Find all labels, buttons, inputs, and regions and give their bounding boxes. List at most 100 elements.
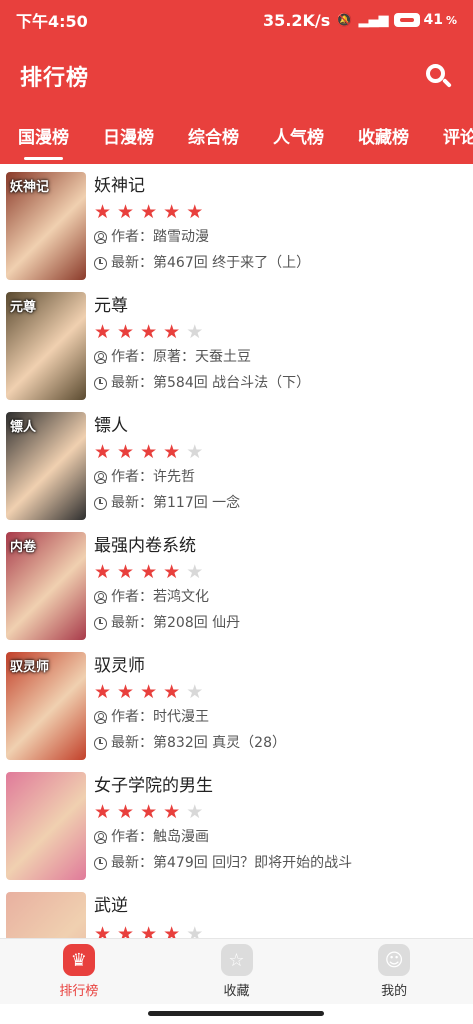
- battery-icon: [394, 13, 421, 27]
- comic-info: 驭灵师 ★ ★ ★ ★ ★ 作者： 时代漫王 最新： 第832回 真灵（28）: [94, 652, 467, 756]
- tab-1[interactable]: 日漫榜: [103, 112, 154, 164]
- author-prefix: 作者：: [111, 469, 153, 485]
- star-icon: ★: [117, 200, 135, 223]
- person-icon: [94, 350, 107, 364]
- person-icon: [94, 710, 107, 724]
- comic-info: 女子学院的男生 ★ ★ ★ ★ ★ 作者： 触岛漫画 最新： 第479回 回归？即将开始的战斗: [94, 772, 467, 876]
- latest-prefix: 最新：: [111, 375, 153, 391]
- comic-latest: 最新： 第479回 回归？即将开始的战斗: [94, 850, 467, 876]
- star-icon: ★: [186, 922, 204, 938]
- person-icon: [94, 230, 107, 244]
- battery-percent: 41: [423, 12, 443, 28]
- tab-5[interactable]: 评论榜: [443, 112, 473, 164]
- star-icon: ★: [163, 680, 181, 703]
- star-icon: ★: [140, 200, 158, 223]
- comic-cover[interactable]: 元尊: [6, 292, 86, 400]
- latest-prefix: 最新：: [111, 255, 153, 271]
- rating-stars: ★ ★ ★ ★ ★: [94, 200, 467, 224]
- home-indicator[interactable]: [148, 1011, 324, 1016]
- network-speed: 35.2K/s: [263, 10, 331, 30]
- author-prefix: 作者：: [111, 829, 153, 845]
- comic-title[interactable]: 镖人: [94, 414, 467, 438]
- status-right: 35.2K/s 🔕 ▂▄▆ 41%: [263, 11, 457, 30]
- author-prefix: 作者：: [111, 349, 153, 365]
- star-icon: ★: [140, 680, 158, 703]
- star-icon: ★: [186, 680, 204, 703]
- list-item[interactable]: 妖神记 妖神记 ★ ★ ★ ★ ★ 作者： 踏雪动漫 最新： 第467回 终于来了（上）: [0, 164, 473, 284]
- comic-cover[interactable]: 内卷: [6, 532, 86, 640]
- cover-title: 内卷: [10, 540, 37, 555]
- list-item[interactable]: 武逆 ★ ★ ★ ★ ★: [0, 884, 473, 938]
- comic-info: 武逆 ★ ★ ★ ★ ★: [94, 892, 467, 938]
- search-icon-handle: [442, 78, 452, 88]
- clock-icon: [94, 736, 107, 750]
- clock-icon: [94, 856, 107, 870]
- comic-author: 作者： 原著：天蚕土豆: [94, 344, 467, 370]
- cover-title: 妖神记: [10, 180, 50, 195]
- comic-latest: 最新： 第208回 仙丹: [94, 610, 467, 636]
- comic-author: 作者： 时代漫王: [94, 704, 467, 730]
- comic-cover[interactable]: 镖人: [6, 412, 86, 520]
- list-item[interactable]: 元尊 元尊 ★ ★ ★ ★ ★ 作者： 原著：天蚕土豆 最新： 第584回 战台斗法（下）: [0, 284, 473, 404]
- tab-0[interactable]: 国漫榜: [18, 112, 69, 164]
- latest-prefix: 最新：: [111, 615, 153, 631]
- comic-list[interactable]: 妖神记 妖神记 ★ ★ ★ ★ ★ 作者： 踏雪动漫 最新： 第467回 终于来了（上） 元尊 元尊 ★ ★…: [0, 164, 473, 938]
- search-icon[interactable]: [423, 61, 453, 91]
- rating-stars: ★ ★ ★ ★ ★: [94, 680, 467, 704]
- list-item[interactable]: 镖人 镖人 ★ ★ ★ ★ ★ 作者： 许先哲 最新： 第117回 一念: [0, 404, 473, 524]
- bottom-nav: ♛ 排行榜 ☆ 收藏 ☺ 我的: [0, 938, 473, 1004]
- author-prefix: 作者：: [111, 229, 153, 245]
- nav-label: 收藏: [223, 984, 250, 999]
- star-icon: ★: [94, 922, 112, 938]
- nav-label: 排行榜: [59, 984, 99, 999]
- comic-cover[interactable]: [6, 772, 86, 880]
- star-icon: ★: [94, 560, 112, 583]
- latest-prefix: 最新：: [111, 735, 153, 751]
- star-icon: ★: [117, 320, 135, 343]
- tab-2[interactable]: 综合榜: [188, 112, 239, 164]
- clock-icon: [94, 496, 107, 510]
- list-item[interactable]: 内卷 最强内卷系统 ★ ★ ★ ★ ★ 作者： 若鸿文化 最新： 第208回 仙丹: [0, 524, 473, 644]
- comic-latest: 最新： 第467回 终于来了（上）: [94, 250, 467, 276]
- comic-cover[interactable]: 妖神记: [6, 172, 86, 280]
- author-value: 许先哲: [153, 469, 195, 485]
- comic-title[interactable]: 武逆: [94, 894, 467, 918]
- comic-title[interactable]: 元尊: [94, 294, 467, 318]
- nav-item-0[interactable]: ♛ 排行榜: [0, 939, 158, 1004]
- comic-author: 作者： 若鸿文化: [94, 584, 467, 610]
- comic-info: 最强内卷系统 ★ ★ ★ ★ ★ 作者： 若鸿文化 最新： 第208回 仙丹: [94, 532, 467, 636]
- status-bar: 下午4:50 35.2K/s 🔕 ▂▄▆ 41%: [0, 0, 473, 40]
- star-icon: ★: [140, 800, 158, 823]
- star-icon: ★: [94, 680, 112, 703]
- comic-info: 镖人 ★ ★ ★ ★ ★ 作者： 许先哲 最新： 第117回 一念: [94, 412, 467, 516]
- author-value: 若鸿文化: [153, 589, 209, 605]
- star-icon: ★: [117, 680, 135, 703]
- nav-item-2[interactable]: ☺ 我的: [315, 939, 473, 1004]
- star-icon: ★: [163, 800, 181, 823]
- comic-title[interactable]: 驭灵师: [94, 654, 467, 678]
- star-icon: ★: [94, 200, 112, 223]
- star-icon: ★: [117, 440, 135, 463]
- comic-info: 元尊 ★ ★ ★ ★ ★ 作者： 原著：天蚕土豆 最新： 第584回 战台斗法（下）: [94, 292, 467, 396]
- comic-cover[interactable]: 驭灵师: [6, 652, 86, 760]
- latest-value: 第467回 终于来了（上）: [153, 255, 311, 271]
- comic-title[interactable]: 女子学院的男生: [94, 774, 467, 798]
- star-icon: ★: [186, 560, 204, 583]
- star-icon: ★: [117, 560, 135, 583]
- list-item[interactable]: 驭灵师 驭灵师 ★ ★ ★ ★ ★ 作者： 时代漫王 最新： 第832回 真灵（28）: [0, 644, 473, 764]
- comic-cover[interactable]: [6, 892, 86, 938]
- list-item[interactable]: 女子学院的男生 ★ ★ ★ ★ ★ 作者： 触岛漫画 最新： 第479回 回归？即将开始的战斗: [0, 764, 473, 884]
- star-icon: ★: [140, 320, 158, 343]
- tab-4[interactable]: 收藏榜: [358, 112, 409, 164]
- tab-3[interactable]: 人气榜: [273, 112, 324, 164]
- nav-item-1[interactable]: ☆ 收藏: [158, 939, 316, 1004]
- comic-title[interactable]: 最强内卷系统: [94, 534, 467, 558]
- comic-info: 妖神记 ★ ★ ★ ★ ★ 作者： 踏雪动漫 最新： 第467回 终于来了（上）: [94, 172, 467, 276]
- latest-value: 第832回 真灵（28）: [153, 735, 286, 751]
- clock-icon: [94, 376, 107, 390]
- comic-title[interactable]: 妖神记: [94, 174, 467, 198]
- page-title: 排行榜: [20, 66, 90, 91]
- star-icon: ★: [163, 560, 181, 583]
- star-icon: ★: [117, 922, 135, 938]
- star-icon: ★: [140, 922, 158, 938]
